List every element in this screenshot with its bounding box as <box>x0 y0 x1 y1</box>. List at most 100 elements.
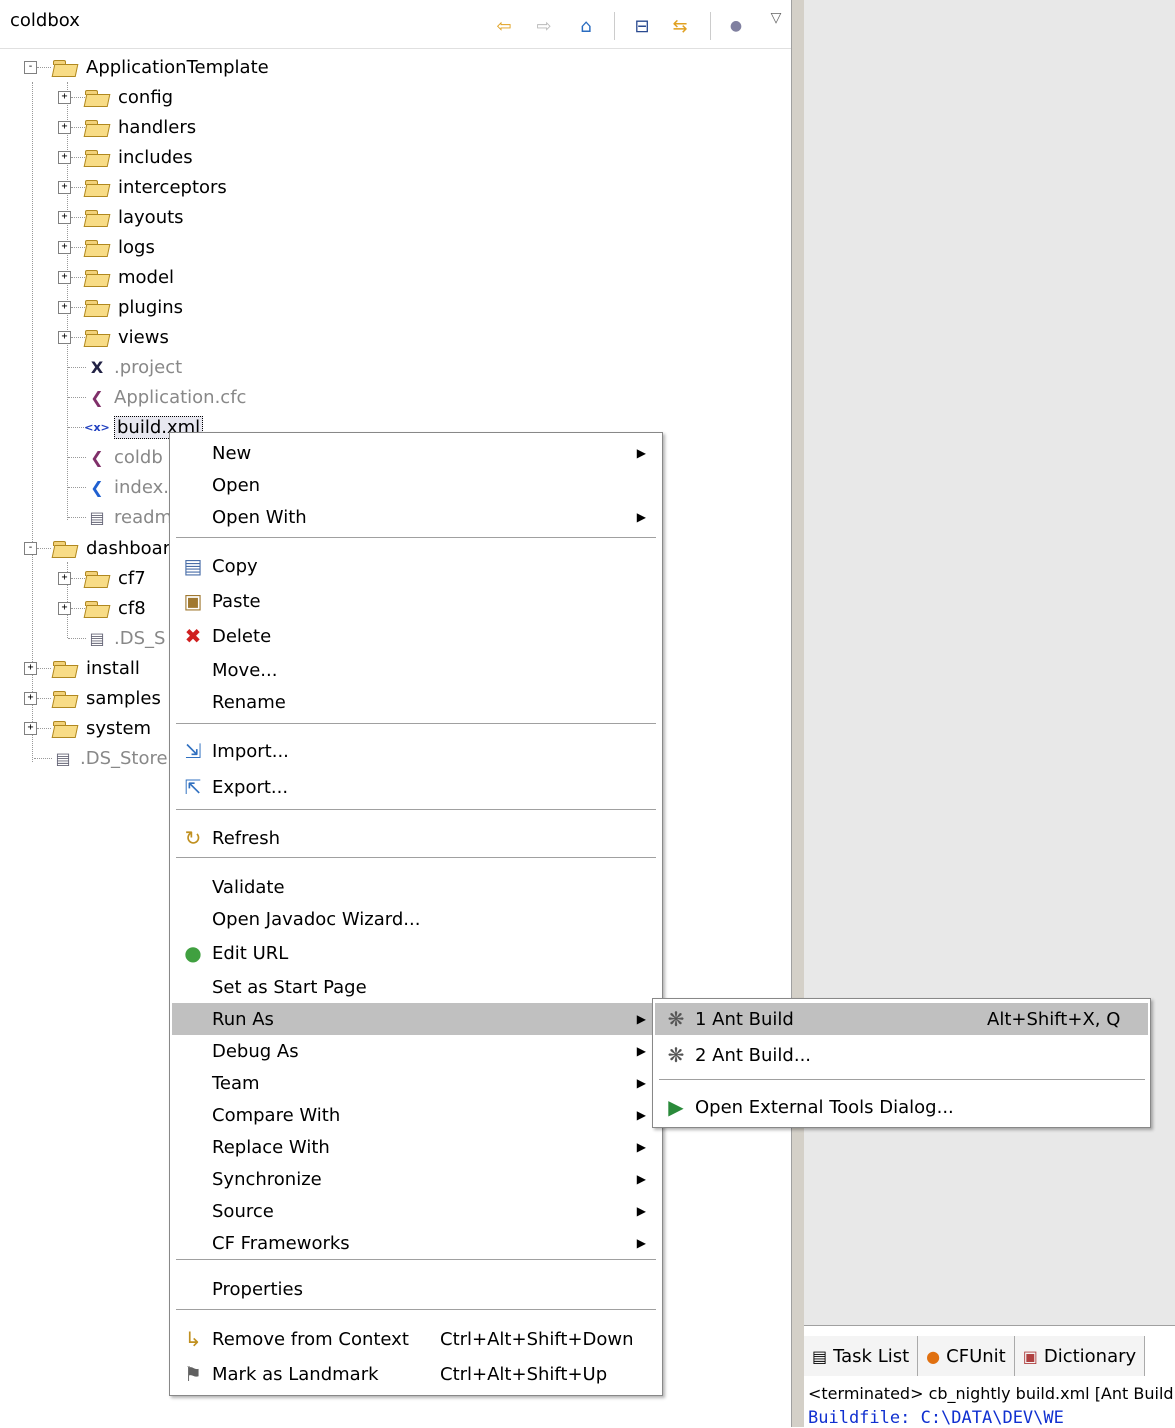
home-icon[interactable]: ⌂ <box>574 14 598 38</box>
menu-item-replace-with[interactable]: Replace With ▶ <box>172 1131 658 1163</box>
menu-item-refresh[interactable]: ↻ Refresh <box>172 822 658 854</box>
tree-item-label: Application.cfc <box>114 386 247 408</box>
tree-item-label: ApplicationTemplate <box>86 56 269 78</box>
menu-item-remove-from-context[interactable]: ↳ Remove from Context Ctrl+Alt+Shift+Down <box>172 1323 658 1355</box>
file-icon: ❮ <box>90 477 104 497</box>
menu-item-validate[interactable]: Validate <box>172 871 658 903</box>
tree-item[interactable]: config <box>84 83 173 111</box>
tree-item[interactable]: ▤ readm <box>88 503 172 531</box>
expand-toggle-icon[interactable]: + <box>58 572 71 585</box>
tree-item[interactable]: interceptors <box>84 173 227 201</box>
submenu-arrow-icon: ▶ <box>636 446 646 460</box>
tree-item[interactable]: layouts <box>84 203 184 231</box>
view-sash[interactable] <box>791 0 805 1427</box>
options-icon[interactable]: ● <box>724 14 748 38</box>
menu-item-open-javadoc-wizard[interactable]: Open Javadoc Wizard... <box>172 903 658 935</box>
menu-item-label: Synchronize <box>212 1168 322 1190</box>
tree-item[interactable]: cf8 <box>84 594 146 622</box>
view-menu-icon[interactable]: ▽ <box>764 6 788 30</box>
explorer-titlebar: coldbox ⇦ ⇨ ⌂ ⊟ ⇆ ● ▽ <box>0 0 791 49</box>
menu-item-label: Set as Start Page <box>212 976 367 998</box>
link-editor-icon[interactable]: ⇆ <box>668 14 692 38</box>
tree-item-label: readm <box>114 506 173 528</box>
cfunit-icon: ● <box>926 1346 941 1366</box>
expand-toggle-icon[interactable]: + <box>58 211 71 224</box>
menu-item-synchronize[interactable]: Synchronize ▶ <box>172 1163 658 1195</box>
expand-toggle-icon[interactable]: + <box>58 241 71 254</box>
console-status: <terminated> cb_nightly build.xml [Ant B… <box>808 1384 1174 1403</box>
expand-toggle-icon[interactable]: + <box>58 121 71 134</box>
menu-item-set-as-start-page[interactable]: Set as Start Page <box>172 971 658 1003</box>
menu-item-edit-url[interactable]: ● Edit URL <box>172 937 658 969</box>
submenu-item-2-ant-build[interactable]: ❋ 2 Ant Build... <box>655 1039 1148 1071</box>
menu-item-team[interactable]: Team ▶ <box>172 1067 658 1099</box>
tree-item[interactable]: includes <box>84 143 193 171</box>
collapse-toggle-icon[interactable]: - <box>24 542 37 555</box>
tree-item[interactable]: system <box>52 714 151 742</box>
remove-context-icon: ↳ <box>184 1327 202 1351</box>
folder-icon <box>84 268 110 286</box>
expand-toggle-icon[interactable]: + <box>58 602 71 615</box>
import-icon: ⇲ <box>184 739 202 763</box>
menu-item-copy[interactable]: ▤ Copy <box>172 550 658 582</box>
menu-item-rename[interactable]: Rename <box>172 686 658 718</box>
menu-item-move[interactable]: Move... <box>172 654 658 686</box>
tree-item[interactable]: views <box>84 323 169 351</box>
expand-toggle-icon[interactable]: + <box>58 271 71 284</box>
tree-item[interactable]: ❮ Application.cfc <box>88 383 246 411</box>
tree-item[interactable]: ▤ .DS_Store <box>54 744 167 772</box>
back-arrow-icon[interactable]: ⇦ <box>492 14 516 38</box>
ant-icon: ❋ <box>667 1043 685 1067</box>
folder-icon <box>52 689 78 707</box>
tree-item[interactable]: logs <box>84 233 155 261</box>
tab-task-list[interactable]: ▤ Task List <box>804 1336 919 1376</box>
tree-item[interactable]: handlers <box>84 113 196 141</box>
submenu-item-open-external-tools-dialog[interactable]: ▶ Open External Tools Dialog... <box>655 1091 1148 1123</box>
tab-cfunit[interactable]: ● CFUnit <box>918 1336 1015 1376</box>
menu-item-paste[interactable]: ▣ Paste <box>172 585 658 617</box>
menu-item-label: Mark as Landmark <box>212 1363 379 1385</box>
collapse-all-icon[interactable]: ⊟ <box>630 14 654 38</box>
menu-item-source[interactable]: Source ▶ <box>172 1195 658 1227</box>
menu-item-debug-as[interactable]: Debug As ▶ <box>172 1035 658 1067</box>
expand-toggle-icon[interactable]: + <box>58 91 71 104</box>
tree-item[interactable]: ❮ index. <box>88 473 169 501</box>
menu-item-open-with[interactable]: Open With ▶ <box>172 501 658 533</box>
expand-toggle-icon[interactable]: + <box>58 181 71 194</box>
tree-item[interactable]: cf7 <box>84 564 146 592</box>
tree-item[interactable]: plugins <box>84 293 183 321</box>
expand-toggle-icon[interactable]: + <box>58 151 71 164</box>
menu-item-mark-as-landmark[interactable]: ⚑ Mark as Landmark Ctrl+Alt+Shift+Up <box>172 1358 658 1390</box>
tree-item[interactable]: install <box>52 654 140 682</box>
menu-item-new[interactable]: New ▶ <box>172 437 658 469</box>
expand-toggle-icon[interactable]: + <box>24 722 37 735</box>
collapse-toggle-icon[interactable]: - <box>24 61 37 74</box>
tree-item[interactable]: ❮ coldb <box>88 443 162 471</box>
submenu-item-1-ant-build[interactable]: ❋ 1 Ant Build Alt+Shift+X, Q <box>655 1003 1148 1035</box>
tree-item[interactable]: model <box>84 263 174 291</box>
menu-item-properties[interactable]: Properties <box>172 1273 658 1305</box>
tab-dictionary[interactable]: ▣ Dictionary <box>1014 1336 1146 1376</box>
menu-item-import[interactable]: ⇲ Import... <box>172 735 658 767</box>
menu-item-compare-with[interactable]: Compare With ▶ <box>172 1099 658 1131</box>
menu-item-label: Remove from Context <box>212 1328 409 1350</box>
forward-arrow-icon[interactable]: ⇨ <box>532 14 556 38</box>
tree-item[interactable]: ▤ .DS_S <box>88 624 165 652</box>
expand-toggle-icon[interactable]: + <box>24 692 37 705</box>
menu-item-open[interactable]: Open <box>172 469 658 501</box>
menu-item-delete[interactable]: ✖ Delete <box>172 620 658 652</box>
menu-item-cf-frameworks[interactable]: CF Frameworks ▶ <box>172 1227 658 1259</box>
tree-item[interactable]: samples <box>52 684 161 712</box>
expand-toggle-icon[interactable]: + <box>58 301 71 314</box>
tree-item[interactable]: ApplicationTemplate <box>52 53 269 81</box>
tree-item-label: logs <box>118 236 155 258</box>
tree-item-label: system <box>86 717 152 739</box>
tree-item[interactable]: X .project <box>88 353 182 381</box>
expand-toggle-icon[interactable]: + <box>58 331 71 344</box>
menu-item-export[interactable]: ⇱ Export... <box>172 771 658 803</box>
expand-toggle-icon[interactable]: + <box>24 662 37 675</box>
menu-item-run-as[interactable]: Run As ▶ <box>172 1003 658 1035</box>
menu-separator <box>176 809 656 811</box>
tree-item[interactable]: dashboar <box>52 534 170 562</box>
file-icon: ❮ <box>90 447 104 467</box>
